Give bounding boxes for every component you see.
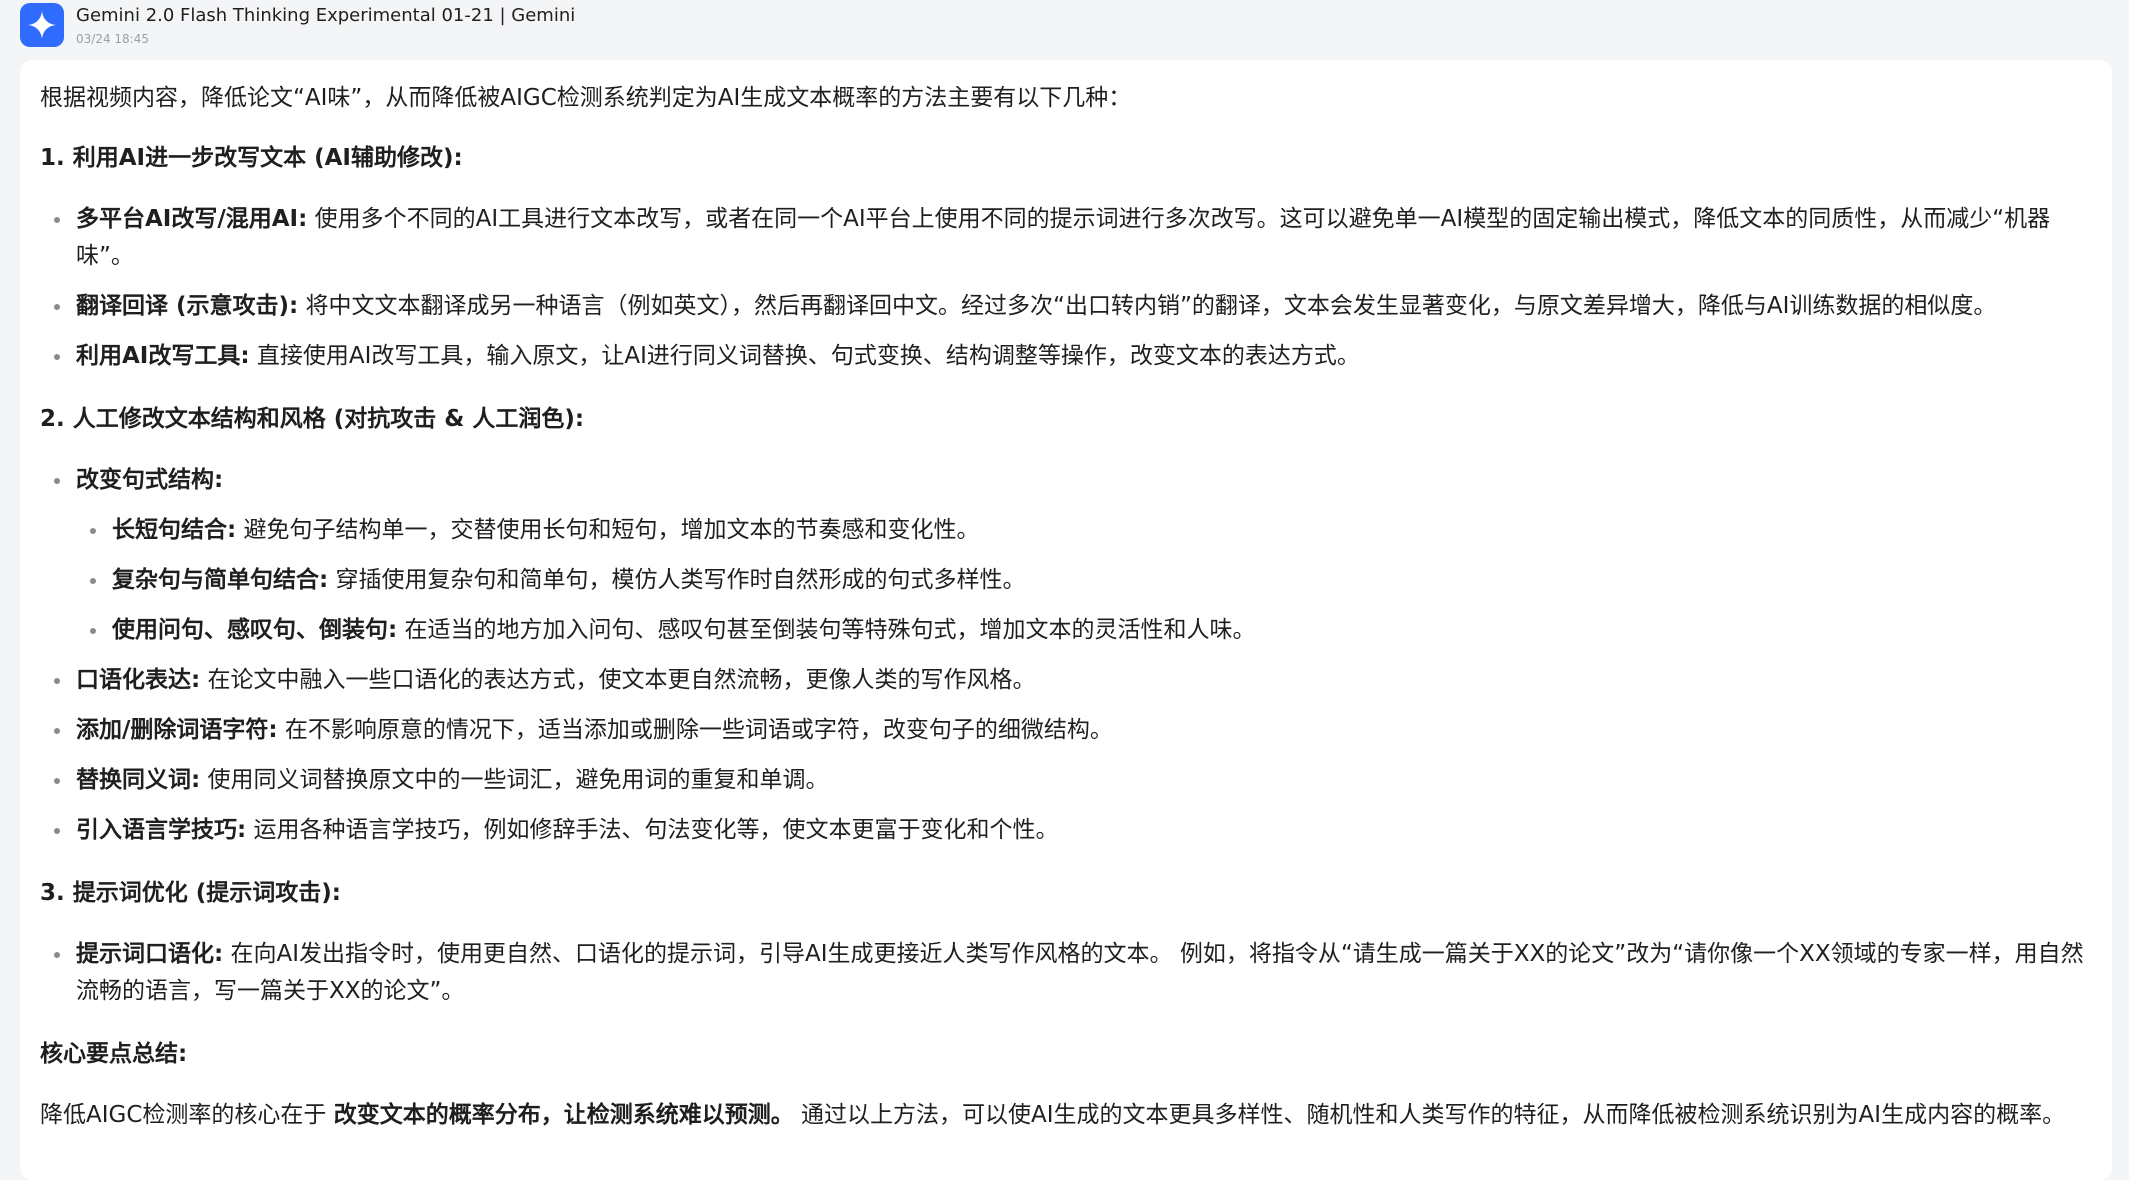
list-item: 引入语言学技巧: 运用各种语言学技巧，例如修辞手法、句法变化等，使文本更富于变化… [40, 812, 2104, 849]
list-item-text: 在向AI发出指令时，使用更自然、口语化的提示词，引导AI生成更接近人类写作风格的… [76, 941, 2084, 1004]
summary-heading: 核心要点总结: [40, 1041, 188, 1067]
gemini-avatar [20, 3, 64, 47]
section-2-list: 改变句式结构: 长短句结合: 避免句子结构单一，交替使用长句和短句，增加文本的节… [40, 462, 2104, 849]
summary-paragraph: 降低AIGC检测率的核心在于 改变文本的概率分布，让检测系统难以预测。 通过以上… [40, 1097, 2104, 1134]
list-item-text: 使用同义词替换原文中的一些词汇，避免用词的重复和单调。 [200, 767, 829, 793]
message-header: Gemini 2.0 Flash Thinking Experimental 0… [20, 2, 575, 52]
list-item-text: 穿插使用复杂句和简单句，模仿人类写作时自然形成的句式多样性。 [328, 567, 1026, 593]
list-item: 利用AI改写工具: 直接使用AI改写工具，输入原文，让AI进行同义词替换、句式变… [40, 338, 2104, 375]
section-1-heading: 1. 利用AI进一步改写文本 (AI辅助修改): [40, 145, 463, 171]
sub-list-item: 复杂句与简单句结合: 穿插使用复杂句和简单句，模仿人类写作时自然形成的句式多样性… [40, 562, 2104, 599]
list-item-label: 使用问句、感叹句、倒装句: [112, 617, 398, 643]
list-item-text: 将中文文本翻译成另一种语言（例如英文），然后再翻译回中文。经过多次“出口转内销”… [298, 293, 1997, 319]
list-item-label: 复杂句与简单句结合: [112, 567, 329, 593]
summary-suffix: 通过以上方法，可以使AI生成的文本更具多样性、随机性和人类写作的特征，从而降低被… [793, 1102, 2066, 1128]
section-1-list: 多平台AI改写/混用AI: 使用多个不同的AI工具进行文本改写，或者在同一个AI… [40, 201, 2104, 375]
list-item-label: 利用AI改写工具: [76, 343, 250, 369]
list-item-text: 在适当的地方加入问句、感叹句甚至倒装句等特殊句式，增加文本的灵活性和人味。 [397, 617, 1256, 643]
sub-list-item: 长短句结合: 避免句子结构单一，交替使用长句和短句，增加文本的节奏感和变化性。 [40, 512, 2104, 549]
list-item-label: 提示词口语化: [76, 941, 224, 967]
intro-paragraph: 根据视频内容，降低论文“AI味”，从而降低被AIGC检测系统判定为AI生成文本概… [40, 85, 1132, 111]
list-item-label: 替换同义词: [76, 767, 201, 793]
list-item: 多平台AI改写/混用AI: 使用多个不同的AI工具进行文本改写，或者在同一个AI… [40, 201, 2104, 275]
list-item-label: 引入语言学技巧: [76, 817, 247, 843]
list-item-label: 口语化表达: [76, 667, 201, 693]
list-item-label: 改变句式结构: [76, 467, 224, 493]
sub-list-item: 使用问句、感叹句、倒装句: 在适当的地方加入问句、感叹句甚至倒装句等特殊句式，增… [40, 612, 2104, 649]
message-timestamp: 03/24 18:45 [76, 32, 149, 46]
list-item: 改变句式结构: [40, 462, 2104, 499]
list-item-text: 避免句子结构单一，交替使用长句和短句，增加文本的节奏感和变化性。 [236, 517, 980, 543]
list-item: 添加/删除词语字符: 在不影响原意的情况下，适当添加或删除一些词语或字符，改变句… [40, 712, 2104, 749]
section-3-list: 提示词口语化: 在向AI发出指令时，使用更自然、口语化的提示词，引导AI生成更接… [40, 936, 2104, 1010]
list-item: 提示词口语化: 在向AI发出指令时，使用更自然、口语化的提示词，引导AI生成更接… [40, 936, 2104, 1010]
list-item: 翻译回译 (示意攻击): 将中文文本翻译成另一种语言（例如英文），然后再翻译回中… [40, 288, 2104, 325]
list-item: 替换同义词: 使用同义词替换原文中的一些词汇，避免用词的重复和单调。 [40, 762, 2104, 799]
list-item-label: 长短句结合: [112, 517, 237, 543]
list-item-label: 翻译回译 (示意攻击): [76, 293, 299, 319]
list-item-text: 直接使用AI改写工具，输入原文，让AI进行同义词替换、句式变换、结构调整等操作，… [249, 343, 1360, 369]
chat-title: Gemini 2.0 Flash Thinking Experimental 0… [76, 5, 576, 26]
list-item-text: 使用多个不同的AI工具进行文本改写，或者在同一个AI平台上使用不同的提示词进行多… [76, 206, 2051, 269]
gemini-sparkle-icon [28, 11, 56, 39]
list-item-text: 在论文中融入一些口语化的表达方式，使文本更自然流畅，更像人类的写作风格。 [200, 667, 1036, 693]
list-item-text: 在不影响原意的情况下，适当添加或删除一些词语或字符，改变句子的细微结构。 [277, 717, 1113, 743]
list-item-text: 运用各种语言学技巧，例如修辞手法、句法变化等，使文本更富于变化和个性。 [246, 817, 1059, 843]
response-content: 根据视频内容，降低论文“AI味”，从而降低被AIGC检测系统判定为AI生成文本概… [40, 80, 2104, 1134]
section-3-heading: 3. 提示词优化 (提示词攻击): [40, 880, 341, 906]
response-card: 根据视频内容，降低论文“AI味”，从而降低被AIGC检测系统判定为AI生成文本概… [20, 60, 2112, 1180]
summary-prefix: 降低AIGC检测率的核心在于 [40, 1102, 334, 1128]
list-item-label: 添加/删除词语字符: [76, 717, 278, 743]
list-item-label: 多平台AI改写/混用AI: [76, 206, 308, 232]
section-2-heading: 2. 人工修改文本结构和风格 (对抗攻击 & 人工润色): [40, 406, 585, 432]
list-item: 口语化表达: 在论文中融入一些口语化的表达方式，使文本更自然流畅，更像人类的写作… [40, 662, 2104, 699]
summary-emphasis: 改变文本的概率分布，让检测系统难以预测。 [333, 1102, 794, 1128]
